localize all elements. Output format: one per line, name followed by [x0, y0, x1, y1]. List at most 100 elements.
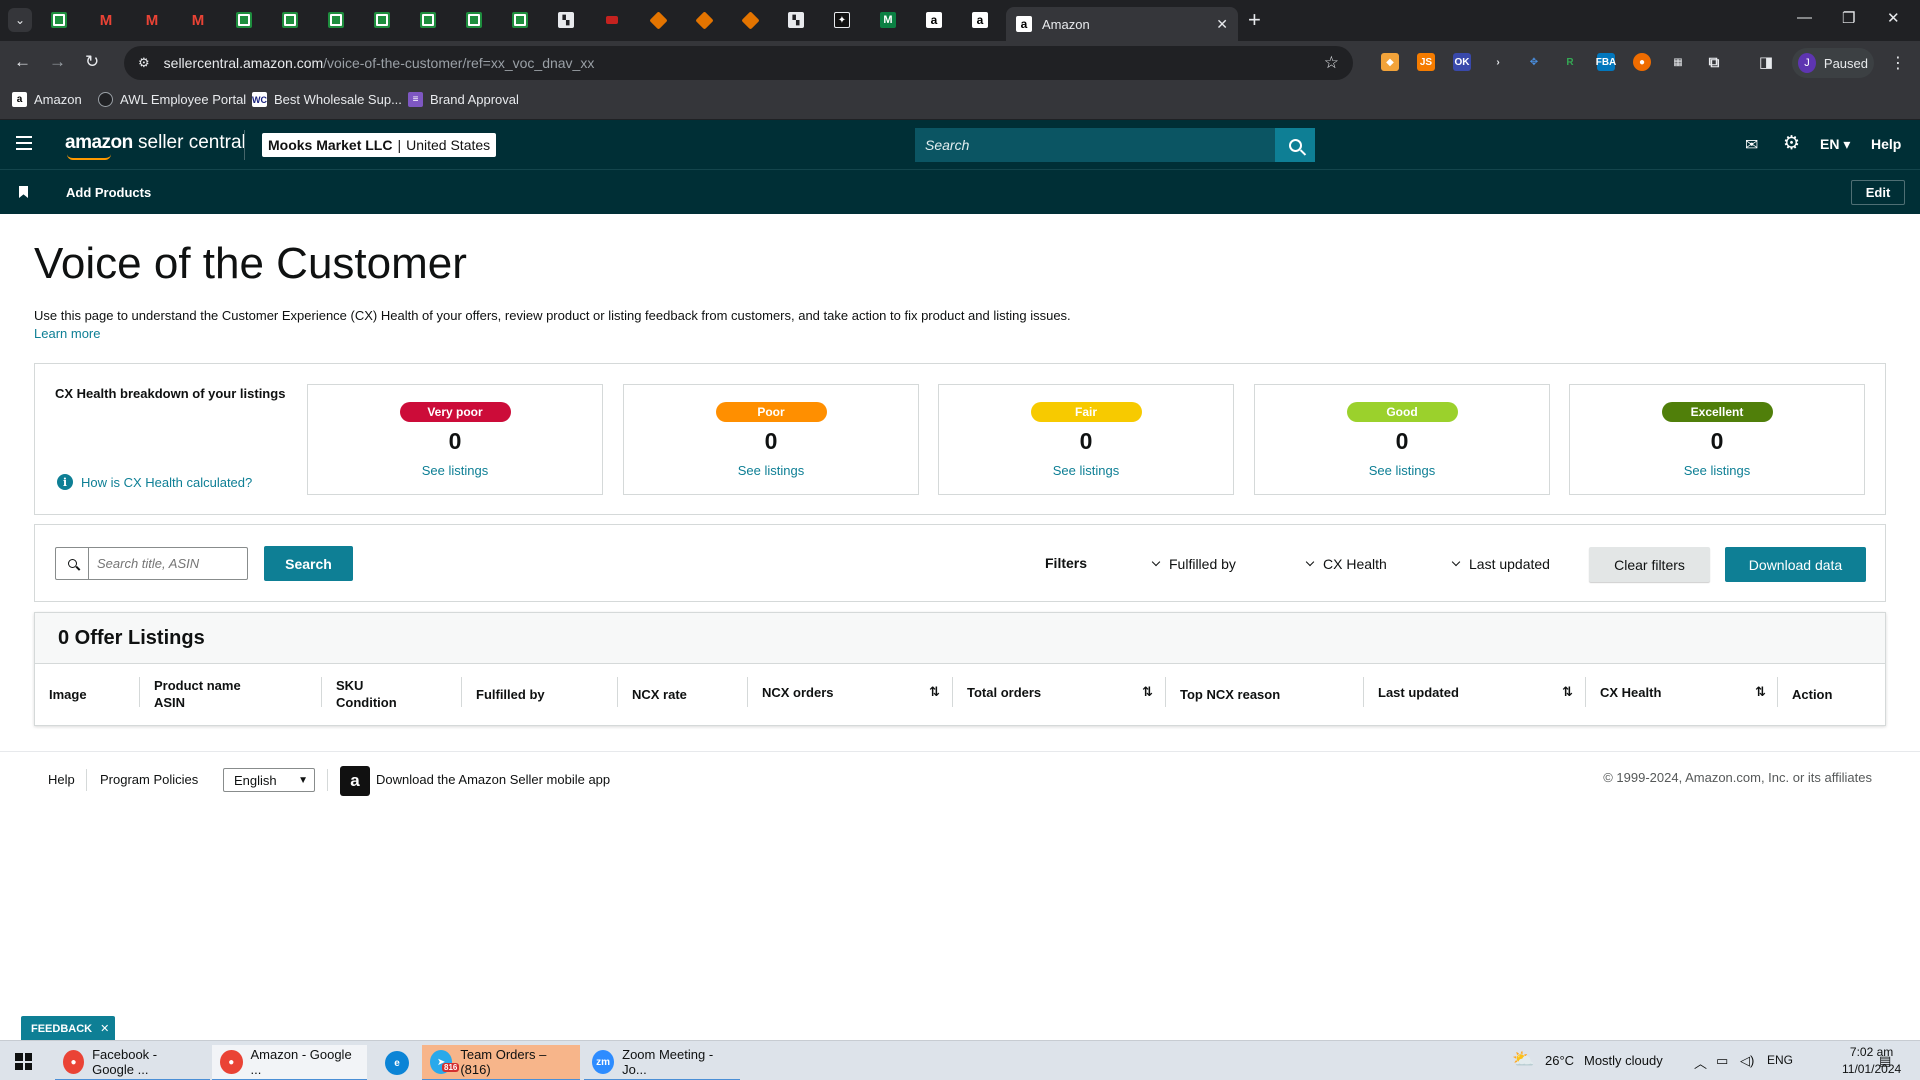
- language-selector[interactable]: EN ▾: [1820, 136, 1850, 153]
- taskbar-item-amazon[interactable]: ● Amazon - Google ...: [212, 1045, 367, 1080]
- taskbar-item-zoom[interactable]: zm Zoom Meeting - Jo...: [584, 1045, 740, 1080]
- header-search-input[interactable]: Search: [915, 137, 1275, 153]
- see-listings-link[interactable]: See listings: [422, 463, 488, 478]
- hamburger-menu-icon[interactable]: [16, 136, 32, 154]
- sort-icon[interactable]: ⇅: [929, 684, 940, 700]
- reload-icon[interactable]: ↻: [85, 51, 99, 73]
- pinned-tab-sheets[interactable]: [47, 8, 71, 32]
- pinned-tab-sheets[interactable]: [278, 8, 302, 32]
- fulfilled-by-dropdown[interactable]: Fulfilled by: [1151, 556, 1236, 572]
- footer-program-policies-link[interactable]: Program Policies: [100, 772, 198, 787]
- address-bar[interactable]: ⚙ sellercentral.amazon.com/voice-of-the-…: [124, 46, 1353, 80]
- active-tab[interactable]: a Amazon ✕: [1006, 7, 1238, 41]
- close-window-icon[interactable]: ✕: [1887, 9, 1900, 27]
- taskbar-item-telegram[interactable]: ➤ 816 Team Orders – (816): [422, 1045, 580, 1080]
- add-products-link[interactable]: Add Products: [66, 185, 151, 200]
- pinned-tab-sheets[interactable]: [232, 8, 256, 32]
- bookmark-awl[interactable]: AWL Employee Portal: [98, 92, 246, 107]
- search-button[interactable]: Search: [264, 546, 353, 581]
- column-total-orders[interactable]: Total orders: [967, 684, 1041, 701]
- header-search-button[interactable]: [1275, 128, 1315, 162]
- close-icon[interactable]: ✕: [100, 1022, 109, 1035]
- clock[interactable]: 7:02 am 11/01/2024: [1842, 1044, 1901, 1078]
- column-cx-health[interactable]: CX Health: [1600, 684, 1661, 701]
- network-icon[interactable]: ▭: [1716, 1053, 1728, 1069]
- download-data-button[interactable]: Download data: [1725, 547, 1866, 582]
- mail-icon[interactable]: ✉: [1745, 135, 1758, 155]
- profile-button[interactable]: J Paused: [1792, 48, 1874, 78]
- sort-icon[interactable]: ⇅: [1562, 684, 1573, 700]
- new-tab-icon[interactable]: +: [1248, 8, 1261, 32]
- back-icon[interactable]: ←: [14, 51, 31, 73]
- weather-temp[interactable]: 26°C: [1545, 1053, 1574, 1068]
- pinned-tab-multi[interactable]: [692, 8, 716, 32]
- extension-icon[interactable]: FBA: [1596, 53, 1616, 71]
- taskbar-item-facebook[interactable]: ● Facebook - Google ...: [55, 1045, 210, 1080]
- sort-icon[interactable]: ⇅: [1142, 684, 1153, 700]
- pinned-tab-gmail[interactable]: M: [94, 8, 118, 32]
- edit-button[interactable]: Edit: [1851, 180, 1905, 205]
- pinned-tab-sheets[interactable]: [508, 8, 532, 32]
- see-listings-link[interactable]: See listings: [1053, 463, 1119, 478]
- cx-health-dropdown[interactable]: CX Health: [1305, 556, 1387, 572]
- seller-central-logo[interactable]: amazon seller central: [65, 132, 246, 160]
- bookmark-star-icon[interactable]: ☆: [1324, 53, 1339, 73]
- taskbar-item-edge[interactable]: e: [377, 1045, 417, 1080]
- help-link[interactable]: Help: [1871, 136, 1901, 152]
- gear-icon[interactable]: ⚙: [1783, 132, 1800, 155]
- pinned-tab-sheets[interactable]: [370, 8, 394, 32]
- pinned-tab-amazon[interactable]: a: [922, 8, 946, 32]
- pinned-tab-multi[interactable]: [738, 8, 762, 32]
- bookmark-wholesale[interactable]: WC Best Wholesale Sup...: [252, 92, 402, 107]
- extension-icon[interactable]: ●: [1633, 53, 1651, 71]
- see-listings-link[interactable]: See listings: [1369, 463, 1435, 478]
- listing-search-input[interactable]: [89, 556, 239, 571]
- tab-search-chevron-icon[interactable]: ⌄: [8, 8, 32, 32]
- extension-icon[interactable]: JS: [1417, 53, 1435, 71]
- pinned-tab-site[interactable]: [600, 8, 624, 32]
- pinned-tab-multi[interactable]: [646, 8, 670, 32]
- footer-language-select[interactable]: English ▼: [223, 768, 315, 792]
- site-info-icon[interactable]: ⚙: [138, 55, 150, 71]
- footer-app-link[interactable]: Download the Amazon Seller mobile app: [376, 772, 610, 787]
- last-updated-dropdown[interactable]: Last updated: [1451, 556, 1550, 572]
- pinned-tab-site[interactable]: ▚: [554, 8, 578, 32]
- forward-icon[interactable]: →: [49, 51, 66, 73]
- footer-help-link[interactable]: Help: [48, 772, 75, 787]
- notifications-icon[interactable]: ▤: [1879, 1053, 1891, 1069]
- column-last-updated[interactable]: Last updated: [1378, 684, 1459, 701]
- weather-desc[interactable]: Mostly cloudy: [1584, 1053, 1663, 1068]
- extension-icon[interactable]: ◆: [1381, 53, 1399, 71]
- pinned-tab-gmail[interactable]: M: [140, 8, 164, 32]
- pinned-tab-site[interactable]: ▚: [784, 8, 808, 32]
- see-listings-link[interactable]: See listings: [1684, 463, 1750, 478]
- side-panel-icon[interactable]: ◨: [1757, 53, 1775, 71]
- extension-icon[interactable]: R: [1561, 53, 1579, 71]
- amazon-app-icon[interactable]: a: [340, 766, 370, 796]
- pinned-tab-amazon[interactable]: a: [968, 8, 992, 32]
- extension-icon[interactable]: OK: [1453, 53, 1471, 71]
- sort-icon[interactable]: ⇅: [1755, 684, 1766, 700]
- bookmark-brand-approval[interactable]: ≡ Brand Approval: [408, 92, 519, 107]
- feedback-tab[interactable]: FEEDBACK ✕: [21, 1016, 116, 1041]
- extension-icon[interactable]: ›: [1489, 53, 1507, 71]
- bookmark-amazon[interactable]: a Amazon: [12, 92, 82, 107]
- store-switcher[interactable]: Mooks Market LLC | United States: [262, 133, 497, 157]
- extension-icon[interactable]: ✥: [1525, 53, 1543, 71]
- minimize-icon[interactable]: —: [1797, 9, 1812, 26]
- qr-icon[interactable]: ▦: [1669, 53, 1687, 71]
- pinned-tab-site[interactable]: ✦: [830, 8, 854, 32]
- restore-icon[interactable]: ❐: [1842, 9, 1855, 27]
- learn-more-link[interactable]: Learn more: [34, 326, 100, 341]
- cx-health-how-link[interactable]: i How is CX Health calculated?: [57, 474, 252, 490]
- bookmark-icon[interactable]: [19, 186, 28, 198]
- pinned-tab-site[interactable]: M: [876, 8, 900, 32]
- pinned-tab-sheets[interactable]: [324, 8, 348, 32]
- weather-icon[interactable]: ⛅: [1512, 1049, 1534, 1070]
- see-listings-link[interactable]: See listings: [738, 463, 804, 478]
- close-icon[interactable]: ✕: [1216, 16, 1228, 33]
- input-language[interactable]: ENG: [1767, 1053, 1793, 1067]
- pinned-tab-gmail[interactable]: M: [186, 8, 210, 32]
- pinned-tab-sheets[interactable]: [416, 8, 440, 32]
- clear-filters-button[interactable]: Clear filters: [1589, 547, 1710, 582]
